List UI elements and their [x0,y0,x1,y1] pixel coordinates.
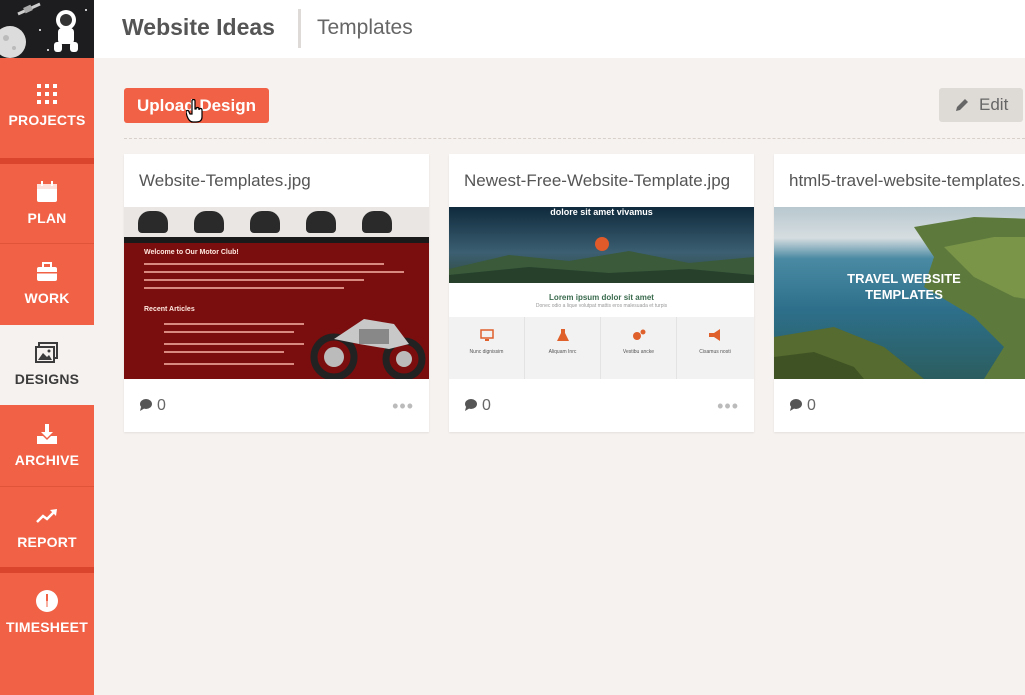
thumbnail-hero: dolore sit amet vivamus [449,207,754,283]
comment-count[interactable]: 0 [139,397,166,415]
design-card-title[interactable]: Newest-Free-Website-Template.jpg [464,171,730,191]
sidebar-item-designs[interactable]: DESIGNS [0,325,94,405]
more-options-icon[interactable]: ••• [392,396,414,417]
thumbnail-subheading: Recent Articles [144,306,195,313]
feature-label: Nunc dignissim [469,349,504,355]
trend-icon [36,509,57,523]
banner-bike [138,211,168,233]
section-title: Templates [317,16,413,39]
design-thumbnail[interactable]: dolore sit amet vivamus Lorem ipsum dolo… [449,207,754,379]
text-line [164,331,294,333]
banner-bike [306,211,336,233]
edit-button-label: Edit [979,95,1009,114]
text-line [144,271,404,273]
comment-icon [790,399,802,411]
sidebar-item-label: WORK [24,290,70,306]
feature-label: Vestibu ancke [622,349,655,355]
text-line [164,363,294,365]
download-icon [37,424,57,444]
design-card[interactable]: html5-travel-website-templates. TRAVEL W… [774,154,1025,432]
pencil-icon [956,99,968,111]
images-icon [35,342,58,363]
motorcycle-image [310,319,426,379]
sidebar-item-timesheet[interactable]: TIMESHEET [0,573,94,659]
toolbar-divider [124,138,1025,139]
text-line [144,263,384,265]
travel-title-line2: TEMPLATES [865,287,943,302]
design-card[interactable]: Newest-Free-Website-Template.jpg dolore … [449,154,754,432]
comment-count-value: 0 [482,397,491,414]
sidebar-item-plan[interactable]: PLAN [0,164,94,244]
calendar-icon [37,181,57,202]
thumbnail-heading: Welcome to Our Motor Club! [144,249,239,256]
design-card[interactable]: Website-Templates.jpg Welcome to Our Mot… [124,154,429,432]
text-line [144,287,344,289]
megaphone-icon [709,329,720,341]
project-title[interactable]: Website Ideas [122,14,275,41]
comment-count[interactable]: 0 [464,397,491,415]
comment-count-value: 0 [157,397,166,414]
travel-title-line1: TRAVEL WEBSITE [847,271,961,286]
comment-icon [140,399,152,411]
comment-count-value: 0 [807,397,816,414]
flask-icon [556,329,569,341]
sidebar-item-report[interactable]: REPORT [0,487,94,567]
gears-icon [632,329,645,340]
astronaut-logo[interactable] [0,0,94,58]
clock-icon [36,590,58,612]
design-thumbnail[interactable]: Welcome to Our Motor Club! Recent Articl… [124,207,429,379]
text-line [164,323,304,325]
feature-column: Aliquam Inrc [525,317,601,379]
thumbnail-heading: Lorem ipsum dolor sit amet [549,293,654,302]
sidebar-item-label: PLAN [27,210,67,226]
design-card-title[interactable]: html5-travel-website-templates. [789,171,1025,191]
feature-label: Cisamus nosti [699,349,731,355]
hero-badge [595,237,609,251]
upload-design-button[interactable]: Upload Design [124,88,269,123]
feature-column: Vestibu ancke [601,317,677,379]
monitor-icon [479,329,494,341]
comment-icon [465,399,477,411]
design-thumbnail[interactable]: TRAVEL WEBSITE TEMPLATES [774,207,1025,379]
sidebar-item-label: PROJECTS [8,112,86,128]
banner-bike [362,211,392,233]
header-divider [298,9,301,48]
sidebar-item-projects[interactable]: PROJECTS [0,58,94,158]
sidebar-item-archive[interactable]: ARCHIVE [0,405,94,486]
sidebar-item-work[interactable]: WORK [0,244,94,325]
grid-icon [37,84,57,104]
comment-count[interactable]: 0 [789,397,816,415]
sidebar: PROJECTS PLAN WORK DESIGNS ARCHIVE REPOR… [0,0,94,695]
design-card-title[interactable]: Website-Templates.jpg [139,171,311,191]
briefcase-icon [37,262,57,281]
sidebar-item-label: TIMESHEET [6,619,88,635]
sidebar-item-label: REPORT [17,534,77,550]
banner-bike [250,211,280,233]
feature-column: Cisamus nosti [677,317,753,379]
thumbnail-banner [124,207,429,237]
feature-label: Aliquam Inrc [548,349,577,355]
text-line [164,343,304,345]
hero-heading: dolore sit amet vivamus [550,207,653,217]
edit-button[interactable]: Edit [939,88,1023,122]
top-header: Website Ideas Templates [94,0,1025,58]
thumbnail-nav-bar [124,237,429,243]
thumbnail-caption: Donec odio a lique volutpat mattis eros … [535,303,668,309]
text-line [144,279,364,281]
banner-bike [194,211,224,233]
sidebar-item-label: DESIGNS [14,371,80,387]
sidebar-item-label: ARCHIVE [14,452,80,468]
text-line [164,351,284,353]
feature-column: Nunc dignissim [449,317,525,379]
hill-illustration [449,251,754,283]
more-options-icon[interactable]: ••• [717,396,739,417]
